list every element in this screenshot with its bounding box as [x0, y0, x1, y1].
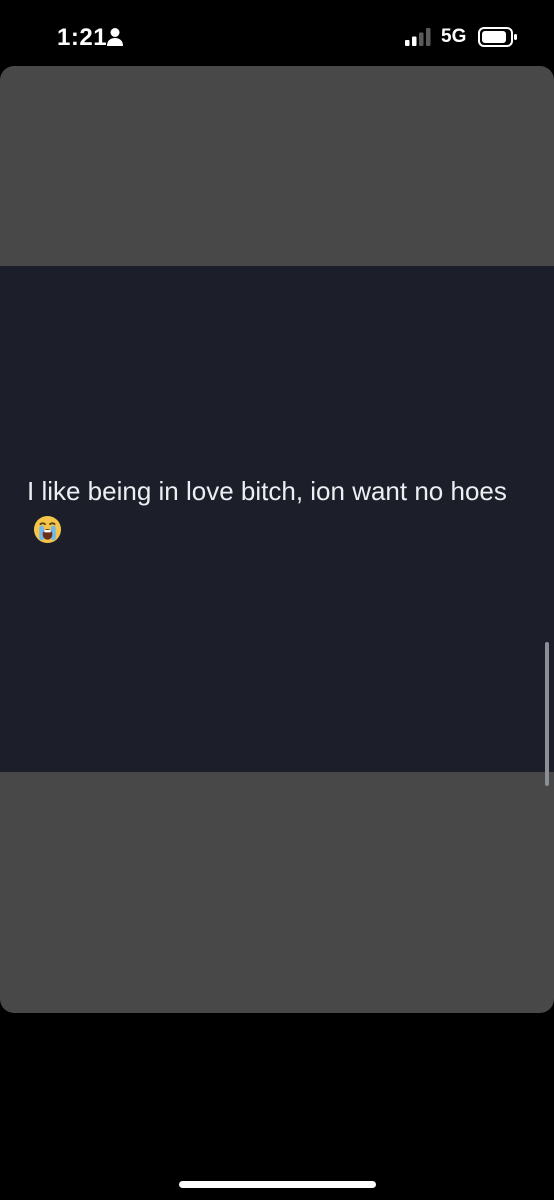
person-icon: [107, 28, 123, 46]
loudly-crying-face-icon: [33, 515, 62, 544]
battery-icon: [478, 27, 517, 47]
post-screenshot-image[interactable]: I like being in love bitch, ion want no …: [0, 266, 554, 786]
home-indicator[interactable]: [179, 1181, 376, 1188]
media-viewer[interactable]: I like being in love bitch, ion want no …: [0, 66, 554, 1013]
post-text: I like being in love bitch, ion want no …: [27, 472, 527, 548]
status-bar: 1:21 5G: [0, 0, 554, 66]
network-type-label: 5G: [441, 26, 467, 47]
scroll-indicator[interactable]: [545, 642, 549, 786]
cellular-signal-icon: [405, 28, 431, 46]
status-time: 1:21: [57, 24, 108, 51]
post-text-content: I like being in love bitch, ion want no …: [27, 476, 507, 506]
